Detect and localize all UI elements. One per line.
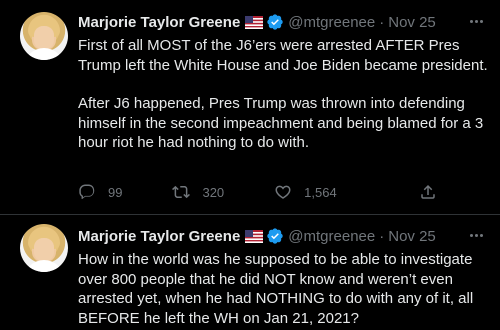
share-icon: [421, 184, 435, 199]
heart-icon: [275, 185, 291, 199]
tweet-text: How in the world was he supposed to be a…: [78, 250, 488, 328]
like-count: 1,564: [304, 184, 337, 200]
us-flag-icon: [245, 15, 264, 29]
tweet-header: Marjorie Taylor Greene @mtgreenee · Nov …: [78, 226, 436, 246]
verified-badge-icon: [266, 13, 284, 31]
tweet-date[interactable]: Nov 25: [388, 14, 436, 31]
author-handle[interactable]: @mtgreenee: [288, 228, 375, 245]
tweet-paragraph: First of all MOST of the J6’ers were arr…: [78, 37, 488, 74]
tweet-date[interactable]: Nov 25: [388, 228, 436, 245]
retweet-icon: [172, 185, 191, 199]
author-name[interactable]: Marjorie Taylor Greene: [78, 14, 240, 31]
reply-icon: [79, 184, 95, 200]
tweet[interactable]: Marjorie Taylor Greene @mtgreenee · Nov …: [0, 0, 500, 214]
retweet-count: 320: [202, 184, 225, 200]
tweet-header: Marjorie Taylor Greene @mtgreenee · Nov …: [78, 12, 436, 32]
author-name[interactable]: Marjorie Taylor Greene: [78, 228, 240, 245]
verified-badge-icon: [266, 227, 284, 245]
retweet-button[interactable]: 320: [172, 182, 224, 202]
reply-button[interactable]: 99: [78, 182, 122, 202]
tweet[interactable]: Marjorie Taylor Greene @mtgreenee · Nov …: [0, 214, 500, 330]
avatar[interactable]: [20, 224, 68, 272]
tweet-actions: 99 320 1,564: [78, 182, 478, 202]
tweet-paragraph: How in the world was he supposed to be a…: [78, 251, 474, 327]
tweet-paragraph: After J6 happened, Pres Trump was thrown…: [78, 95, 484, 151]
share-button[interactable]: [418, 182, 438, 202]
author-handle[interactable]: @mtgreenee: [288, 14, 375, 31]
more-icon[interactable]: [466, 226, 486, 244]
more-icon[interactable]: [466, 12, 486, 30]
tweet-text: First of all MOST of the J6’ers were arr…: [78, 36, 488, 153]
separator-dot: ·: [379, 13, 385, 31]
reply-count: 99: [108, 184, 123, 200]
like-button[interactable]: 1,564: [274, 182, 337, 202]
avatar[interactable]: [20, 12, 68, 60]
separator-dot: ·: [379, 227, 385, 245]
us-flag-icon: [245, 229, 264, 243]
